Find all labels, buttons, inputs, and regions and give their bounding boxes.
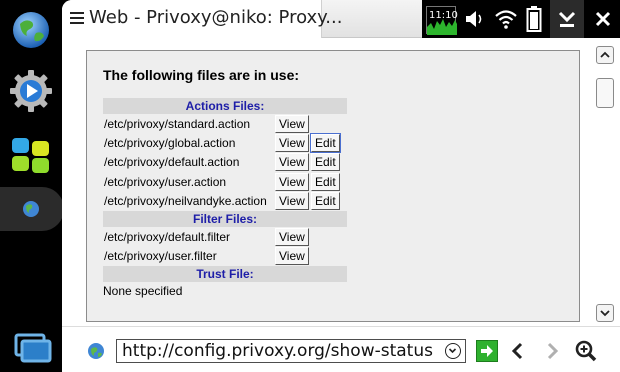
view-button[interactable]: View	[275, 172, 309, 191]
table-row: /etc/privoxy/user.action View Edit	[103, 172, 347, 191]
trust-file-header: Trust File:	[103, 265, 347, 282]
volume-icon[interactable]	[464, 9, 486, 29]
edit-button[interactable]: Edit	[311, 172, 340, 191]
close-button[interactable]	[586, 0, 620, 38]
browser-tab-icon[interactable]	[8, 186, 54, 232]
view-button[interactable]: View	[275, 227, 309, 246]
file-path: /etc/privoxy/default.action	[104, 155, 240, 170]
trust-file-note: None specified	[103, 284, 183, 299]
title-bar: Web - Privoxy@niko: Proxy... 11:10	[62, 0, 620, 38]
table-row: /etc/privoxy/global.action View Edit	[103, 133, 347, 154]
zoom-icon[interactable]	[574, 339, 598, 363]
browser-window: Web - Privoxy@niko: Proxy... 11:10 The f…	[62, 0, 620, 372]
menu-icon	[70, 12, 84, 24]
file-path: /etc/privoxy/global.action	[104, 136, 236, 151]
minimize-button[interactable]	[550, 0, 584, 38]
bottom-toolbar: http://config.privoxy.org/show-status	[62, 326, 620, 372]
url-text: http://config.privoxy.org/show-status	[122, 341, 433, 361]
actions-files-header: Actions Files:	[103, 98, 347, 114]
edit-button[interactable]: Edit	[311, 153, 340, 172]
table-row: /etc/privoxy/standard.action View	[103, 114, 347, 133]
window-title-menu[interactable]: Web - Privoxy@niko: Proxy...	[62, 0, 342, 38]
view-button[interactable]: View	[275, 153, 309, 172]
settings-icon[interactable]	[8, 68, 54, 114]
clock: 11:10	[429, 10, 458, 21]
file-path: /etc/privoxy/user.filter	[104, 249, 217, 264]
table-row: /etc/privoxy/default.action View Edit	[103, 153, 347, 172]
battery-icon[interactable]	[526, 6, 542, 32]
file-path: /etc/privoxy/default.filter	[104, 229, 231, 244]
web-content: The following files are in use: Actions …	[62, 38, 592, 324]
window-title: Web - Privoxy@niko: Proxy...	[89, 7, 343, 28]
view-button[interactable]: View	[275, 247, 309, 266]
url-dropdown-icon[interactable]	[445, 343, 461, 359]
file-path: /etc/privoxy/standard.action	[104, 116, 251, 131]
scroll-down-button[interactable]	[596, 304, 614, 322]
chevron-down-icon	[600, 310, 610, 317]
apps-icon[interactable]	[8, 132, 54, 178]
table-row: /etc/privoxy/default.filter View	[103, 227, 347, 246]
page-heading: The following files are in use:	[103, 67, 300, 83]
globe-icon[interactable]	[8, 6, 54, 52]
scroll-thumb[interactable]	[596, 78, 614, 108]
vertical-scrollbar[interactable]	[594, 38, 618, 326]
screen: Web - Privoxy@niko: Proxy... 11:10 The f…	[0, 0, 620, 372]
files-table: Actions Files: /etc/privoxy/standard.act…	[103, 98, 347, 301]
file-path: /etc/privoxy/user.action	[104, 174, 227, 189]
table-row: /etc/privoxy/neilvandyke.action View Edi…	[103, 192, 347, 211]
task-switcher-icon[interactable]	[8, 324, 54, 370]
view-button[interactable]: View	[275, 192, 309, 211]
view-button[interactable]: View	[275, 134, 309, 153]
go-icon	[481, 345, 493, 357]
wifi-icon[interactable]	[494, 8, 518, 30]
file-path: /etc/privoxy/neilvandyke.action	[104, 194, 267, 209]
go-button[interactable]	[476, 340, 498, 362]
forward-icon[interactable]	[542, 341, 562, 361]
minimize-icon	[558, 11, 576, 27]
chevron-up-icon	[600, 51, 610, 58]
table-row: /etc/privoxy/user.filter View	[103, 246, 347, 266]
cpu-monitor-icon[interactable]: 11:10	[426, 6, 458, 35]
url-field[interactable]: http://config.privoxy.org/show-status	[116, 339, 466, 363]
status-area: 11:10	[422, 0, 620, 38]
status-panel: The following files are in use: Actions …	[86, 50, 580, 322]
app-dock	[0, 0, 64, 372]
edit-button[interactable]: Edit	[311, 192, 340, 211]
filter-files-header: Filter Files:	[103, 210, 347, 227]
view-button[interactable]: View	[275, 114, 309, 133]
close-icon	[595, 11, 611, 27]
scroll-up-button[interactable]	[596, 46, 614, 64]
back-icon[interactable]	[508, 341, 528, 361]
site-globe-icon	[88, 343, 104, 359]
edit-button[interactable]: Edit	[310, 133, 341, 154]
